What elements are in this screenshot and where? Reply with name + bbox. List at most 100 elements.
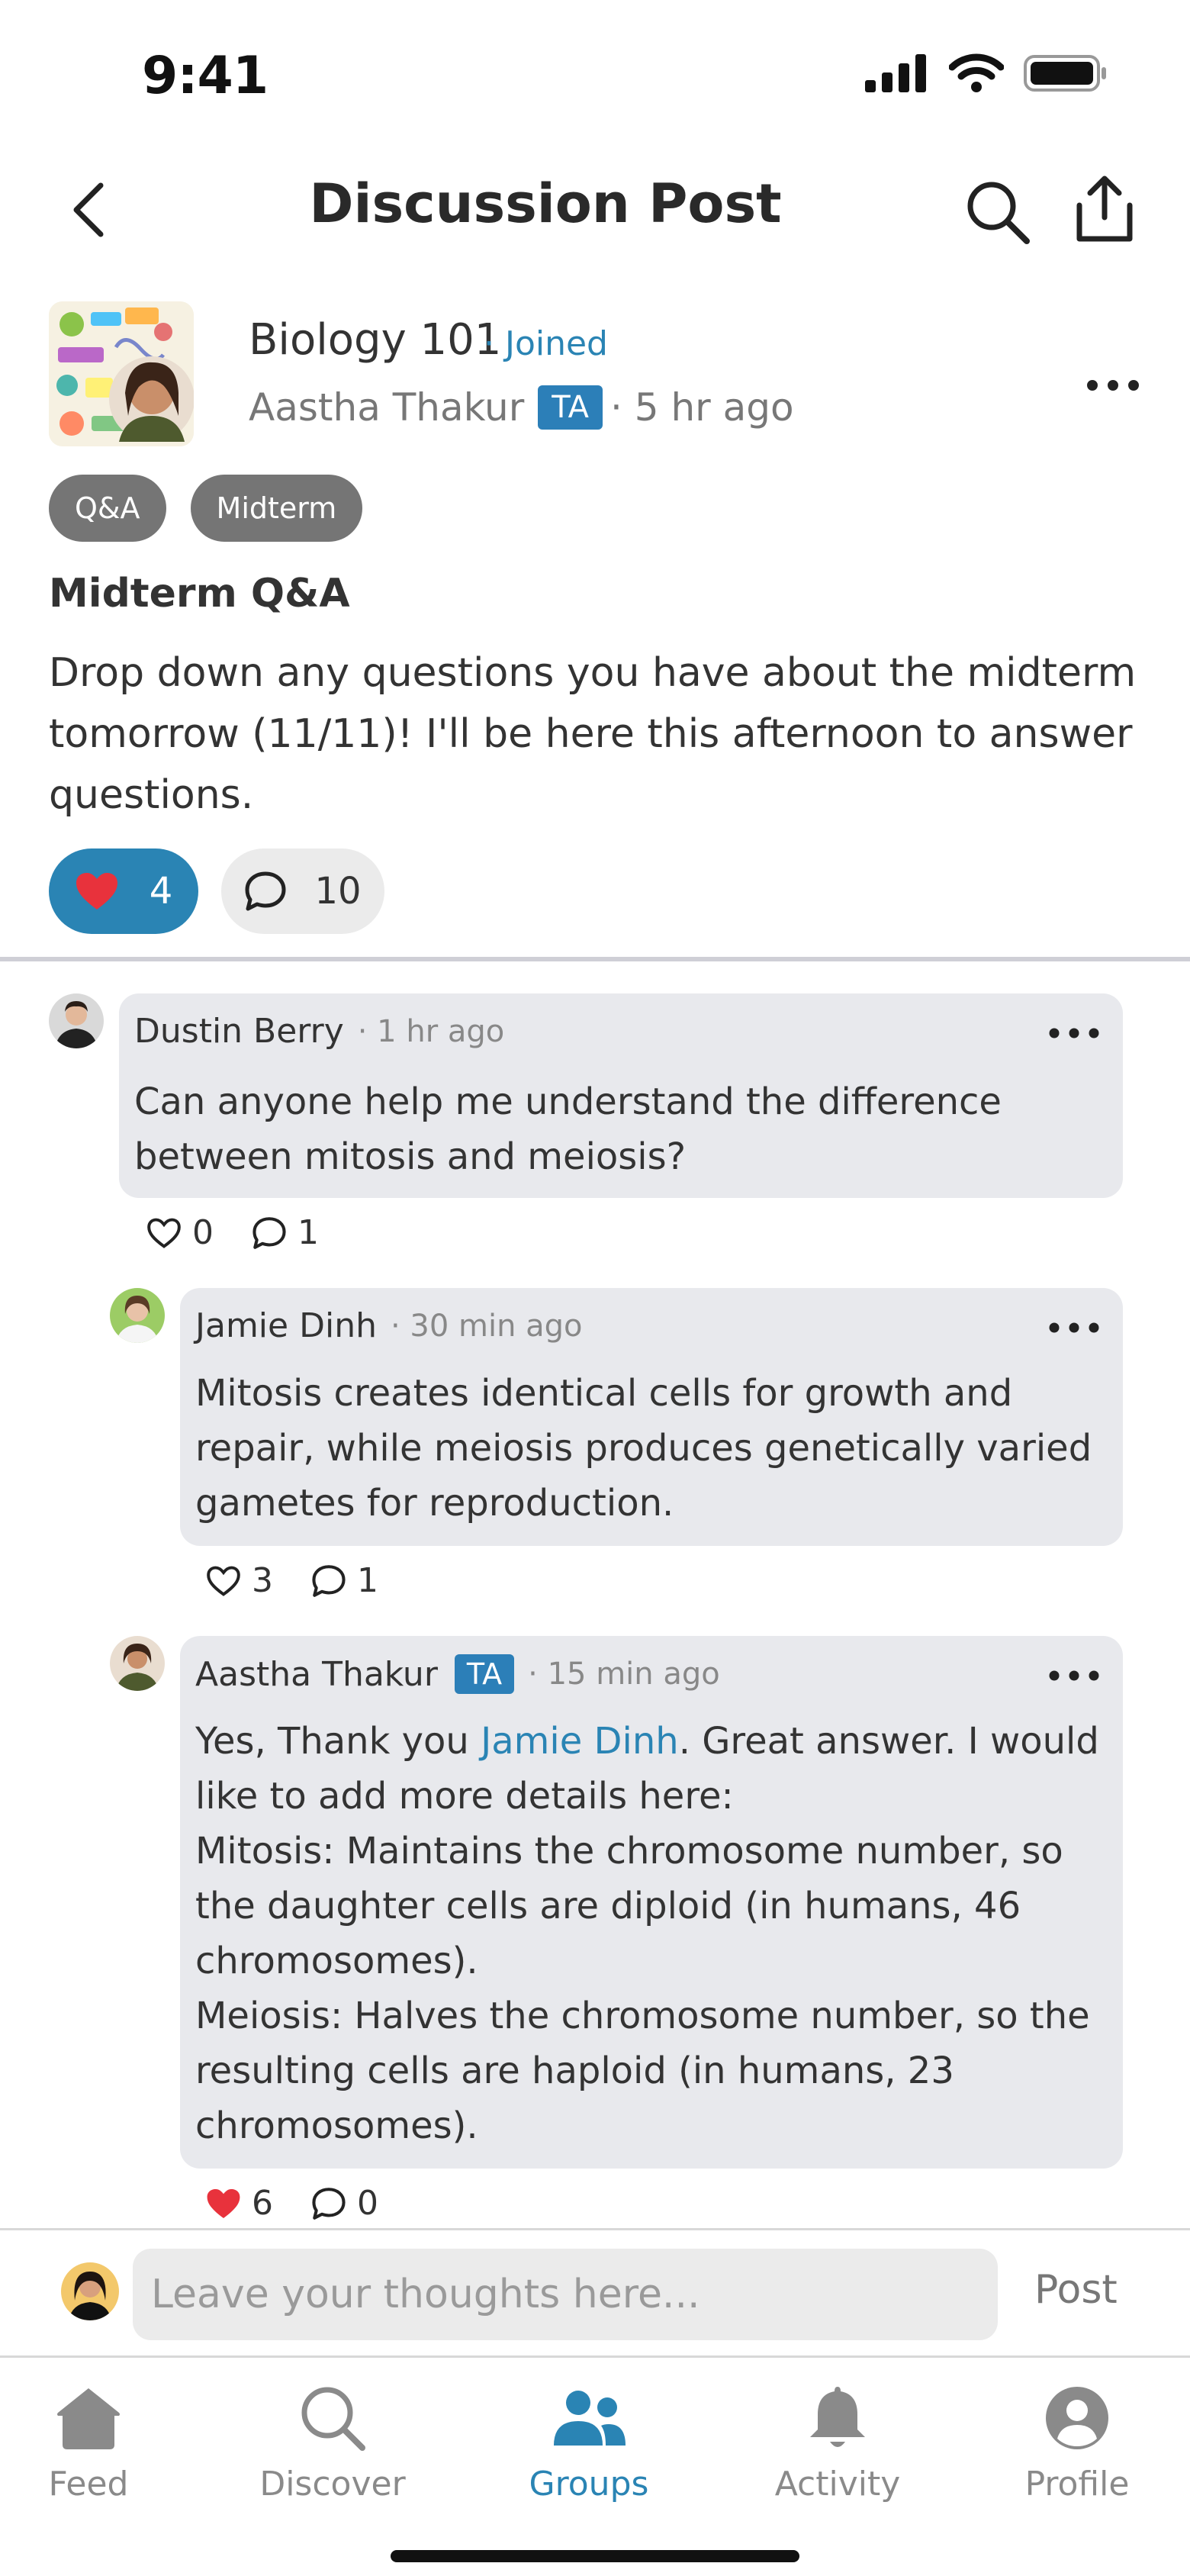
post-time: · 5 hr ago <box>609 385 794 430</box>
heart-filled-icon[interactable] <box>206 2188 241 2220</box>
divider <box>0 957 1190 961</box>
page-title: Discussion Post <box>309 172 782 235</box>
comment-reply-count: 0 <box>357 2184 378 2223</box>
comment-line-1: Yes, Thank you Jamie Dinh. Great answer.… <box>195 1714 1103 1824</box>
tab-profile[interactable]: Profile <box>978 2376 1176 2504</box>
post-tags: Q&A Midterm <box>49 475 363 542</box>
heart-outline-icon[interactable] <box>206 1565 241 1597</box>
more-horizontal-icon <box>1049 1322 1099 1333</box>
comment-icon[interactable] <box>311 1564 346 1598</box>
like-button[interactable]: 4 <box>49 848 198 934</box>
avatar[interactable] <box>110 1288 165 1343</box>
ta-badge: TA <box>454 1654 515 1694</box>
tag-qa[interactable]: Q&A <box>49 475 166 542</box>
tab-activity[interactable]: Activity <box>738 2376 937 2504</box>
bell-icon <box>810 2387 865 2447</box>
comment-text: Mitosis creates identical cells for grow… <box>195 1372 1092 1525</box>
avatar[interactable] <box>49 993 104 1048</box>
comment-line-2: Mitosis: Maintains the chromosome number… <box>195 1830 1063 1982</box>
like-count: 4 <box>149 870 173 913</box>
post-title: Midterm Q&A <box>49 571 350 617</box>
groups-icon <box>554 2391 626 2446</box>
joined-label: · Joined <box>484 324 608 363</box>
comment-button[interactable]: 10 <box>221 848 384 934</box>
comment-header: Dustin Berry · 1 hr ago <box>134 1012 504 1051</box>
nav-bar: Discussion Post <box>0 153 1190 267</box>
wifi-icon <box>949 53 1004 92</box>
comment-reply-count: 1 <box>357 1561 378 1600</box>
search-button[interactable] <box>960 174 1036 250</box>
post-author-line: Aastha Thakur TA · 5 hr ago <box>249 385 794 430</box>
comment-header: Jamie Dinh · 30 min ago <box>195 1306 583 1345</box>
group-name[interactable]: Biology 101 <box>249 315 501 365</box>
comment-actions: 6 0 <box>206 2184 378 2223</box>
status-bar: 9:41 <box>0 0 1190 153</box>
tab-label: Activity <box>774 2465 901 2504</box>
home-icon <box>57 2388 120 2449</box>
tab-label: Feed <box>48 2465 129 2504</box>
comment-count: 10 <box>314 870 362 913</box>
search-icon <box>301 2387 365 2451</box>
tab-label: Groups <box>529 2465 649 2504</box>
group-thumbnail[interactable] <box>49 301 194 446</box>
tab-groups[interactable]: Groups <box>490 2376 688 2504</box>
post-button[interactable]: Post <box>1034 2267 1118 2313</box>
comment-like-count: 3 <box>252 1561 273 1600</box>
comment-text-before: Yes, Thank you <box>195 1720 481 1763</box>
avatar[interactable] <box>110 1636 165 1691</box>
comment-text: Yes, Thank you Jamie Dinh. Great answer.… <box>195 1714 1103 2153</box>
user-avatar-icon <box>110 1636 165 1691</box>
comment-author[interactable]: Aastha Thakur <box>195 1655 438 1694</box>
avatar <box>61 2262 119 2320</box>
comment-more-button[interactable] <box>1044 1018 1105 1048</box>
tab-feed[interactable]: Feed <box>0 2376 188 2504</box>
status-time: 9:41 <box>142 46 269 106</box>
cellular-signal-icon <box>865 54 926 92</box>
group-image-icon <box>49 301 194 446</box>
comment-icon <box>245 871 286 911</box>
comment-more-button[interactable] <box>1044 1312 1105 1343</box>
comment-author[interactable]: Jamie Dinh <box>195 1306 377 1345</box>
comment-line-3: Meiosis: Halves the chromosome number, s… <box>195 1995 1090 2147</box>
tab-discover[interactable]: Discover <box>233 2376 432 2504</box>
comment-time: · 15 min ago <box>528 1657 720 1692</box>
tag-midterm[interactable]: Midterm <box>190 475 363 542</box>
status-icons <box>865 53 1108 93</box>
user-avatar-icon <box>110 1288 165 1343</box>
user-avatar-icon <box>61 2262 119 2320</box>
comment-time: · 1 hr ago <box>357 1013 505 1049</box>
mention-link[interactable]: Jamie Dinh <box>481 1720 679 1763</box>
tab-label: Discover <box>259 2465 406 2504</box>
post-more-button[interactable] <box>1079 362 1147 408</box>
comment-icon[interactable] <box>311 2187 346 2220</box>
more-horizontal-icon <box>1087 380 1139 391</box>
comment-actions: 3 1 <box>206 1561 378 1600</box>
post-author-name[interactable]: Aastha Thakur <box>249 385 524 430</box>
comment-time: · 30 min ago <box>390 1308 583 1344</box>
more-horizontal-icon <box>1049 1670 1099 1681</box>
comment-author[interactable]: Dustin Berry <box>134 1012 344 1051</box>
comment-text: Can anyone help me understand the differ… <box>134 1080 1002 1178</box>
post-body: Drop down any questions you have about t… <box>49 650 1137 818</box>
share-button[interactable] <box>1066 171 1143 247</box>
comment-input[interactable] <box>133 2249 998 2340</box>
user-avatar-icon <box>49 993 104 1048</box>
comment-composer: Post <box>0 2228 1190 2358</box>
more-horizontal-icon <box>1049 1028 1099 1038</box>
heart-outline-icon[interactable] <box>146 1217 182 1249</box>
comment-like-count: 0 <box>192 1213 214 1252</box>
comment-bubble: Jamie Dinh · 30 min ago Mitosis creates … <box>180 1288 1123 1546</box>
comment-actions: 0 1 <box>146 1213 319 1252</box>
tab-label: Profile <box>1024 2465 1130 2504</box>
comment-bubble: Dustin Berry · 1 hr ago Can anyone help … <box>119 993 1123 1198</box>
tab-bar: Feed Discover Groups Activity Profile <box>0 2358 1190 2576</box>
comment-bubble: Aastha Thakur TA · 15 min ago Yes, Thank… <box>180 1636 1123 2169</box>
ta-badge: TA <box>538 385 603 430</box>
share-icon <box>1076 175 1133 242</box>
home-indicator <box>391 2550 799 2562</box>
search-icon <box>967 182 1030 244</box>
comment-more-button[interactable] <box>1044 1660 1105 1691</box>
comment-icon[interactable] <box>252 1216 287 1250</box>
comment-like-count: 6 <box>252 2184 273 2223</box>
battery-icon <box>1024 55 1106 92</box>
